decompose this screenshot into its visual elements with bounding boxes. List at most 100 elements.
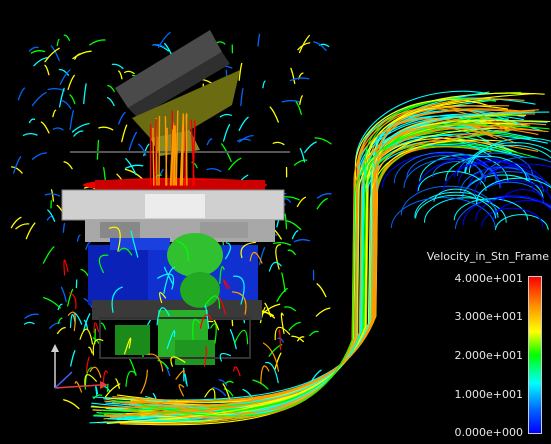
streamline xyxy=(56,326,66,335)
streamline xyxy=(111,63,124,70)
streamline xyxy=(73,130,84,137)
streamline xyxy=(283,198,292,203)
streamline xyxy=(25,222,36,240)
streamline xyxy=(52,127,64,131)
streamline xyxy=(124,70,135,75)
streamline xyxy=(61,99,72,110)
cfd-viewport[interactable]: Velocity_in_Stn_Frame 4.000e+001 3.000e+… xyxy=(0,0,551,444)
streamline xyxy=(284,213,288,230)
streamline xyxy=(100,322,106,330)
streamline xyxy=(22,132,38,136)
streamline xyxy=(50,189,55,202)
streamline xyxy=(296,196,307,208)
colorbar xyxy=(528,276,542,434)
streamline xyxy=(137,143,147,156)
streamline xyxy=(102,385,111,392)
streamline xyxy=(67,288,74,307)
streamline xyxy=(47,87,66,92)
streamline xyxy=(80,268,90,278)
streamline xyxy=(118,70,123,80)
streamline xyxy=(240,88,244,107)
streamline xyxy=(314,137,332,145)
streamline xyxy=(269,106,279,123)
colorbar-tick-label: 3.000e+001 xyxy=(454,310,523,323)
streamline xyxy=(299,95,303,105)
streamline xyxy=(47,209,56,222)
streamline xyxy=(289,77,310,82)
streamline xyxy=(24,313,39,319)
streamline xyxy=(17,87,26,101)
streamline xyxy=(10,166,23,174)
colorbar-tick-label: 0.000e+000 xyxy=(454,426,523,439)
streamline xyxy=(102,370,109,384)
streamline xyxy=(224,380,234,384)
streamline xyxy=(158,115,161,186)
x-axis xyxy=(54,384,101,389)
streamline xyxy=(121,124,128,143)
z-axis xyxy=(54,371,73,389)
streamline xyxy=(42,296,61,309)
streamline xyxy=(285,220,302,231)
streamline xyxy=(63,161,73,170)
streamline xyxy=(89,39,106,46)
streamline xyxy=(31,91,47,107)
streamline xyxy=(124,164,144,169)
streamline xyxy=(309,330,319,337)
streamline xyxy=(229,329,237,350)
streamline xyxy=(15,223,30,230)
streamline xyxy=(260,365,270,384)
streamline xyxy=(257,33,261,47)
streamline xyxy=(106,97,115,107)
streamline xyxy=(316,193,332,199)
streamline xyxy=(238,116,249,132)
streamline xyxy=(313,41,327,51)
colorbar-tick-label: 4.000e+001 xyxy=(454,272,523,285)
streamline xyxy=(88,346,93,354)
streamline xyxy=(70,350,76,367)
streamline xyxy=(481,207,544,227)
streamline xyxy=(276,287,288,303)
streamline xyxy=(42,246,55,264)
streamline xyxy=(178,384,185,397)
streamline xyxy=(140,369,148,394)
streamline xyxy=(291,230,299,240)
streamline xyxy=(89,366,102,378)
streamline xyxy=(46,215,54,221)
streamline xyxy=(424,197,507,223)
streamline xyxy=(157,359,169,370)
streamline xyxy=(107,85,115,93)
streamline xyxy=(62,222,66,233)
streamline xyxy=(275,244,281,270)
streamline xyxy=(76,234,81,242)
streamline xyxy=(281,272,286,293)
streamline xyxy=(40,121,50,134)
streamline xyxy=(215,41,226,45)
streamline xyxy=(233,366,241,377)
streamline xyxy=(44,64,50,76)
streamline xyxy=(268,261,282,272)
colorbar-tick-label: 1.000e+001 xyxy=(454,388,523,401)
streamline xyxy=(274,326,291,341)
streamline xyxy=(236,138,251,142)
streamline xyxy=(219,113,232,118)
streamline xyxy=(316,283,327,298)
streamline xyxy=(117,111,126,125)
streamline xyxy=(95,385,99,397)
streamline xyxy=(273,241,292,246)
rotor-housing xyxy=(61,189,285,242)
streamline xyxy=(28,118,36,124)
legend-title: Velocity_in_Stn_Frame xyxy=(426,250,549,263)
streamline xyxy=(98,126,114,131)
streamline xyxy=(23,321,35,325)
streamline xyxy=(152,127,155,186)
streamline xyxy=(304,141,317,153)
streamline xyxy=(293,239,310,243)
streamline xyxy=(206,138,213,146)
streamline xyxy=(284,306,296,312)
streamline xyxy=(184,373,188,387)
streamline xyxy=(206,168,222,173)
streamline xyxy=(281,99,301,103)
streamline xyxy=(58,87,65,108)
streamline xyxy=(69,110,75,131)
streamline xyxy=(96,139,100,160)
